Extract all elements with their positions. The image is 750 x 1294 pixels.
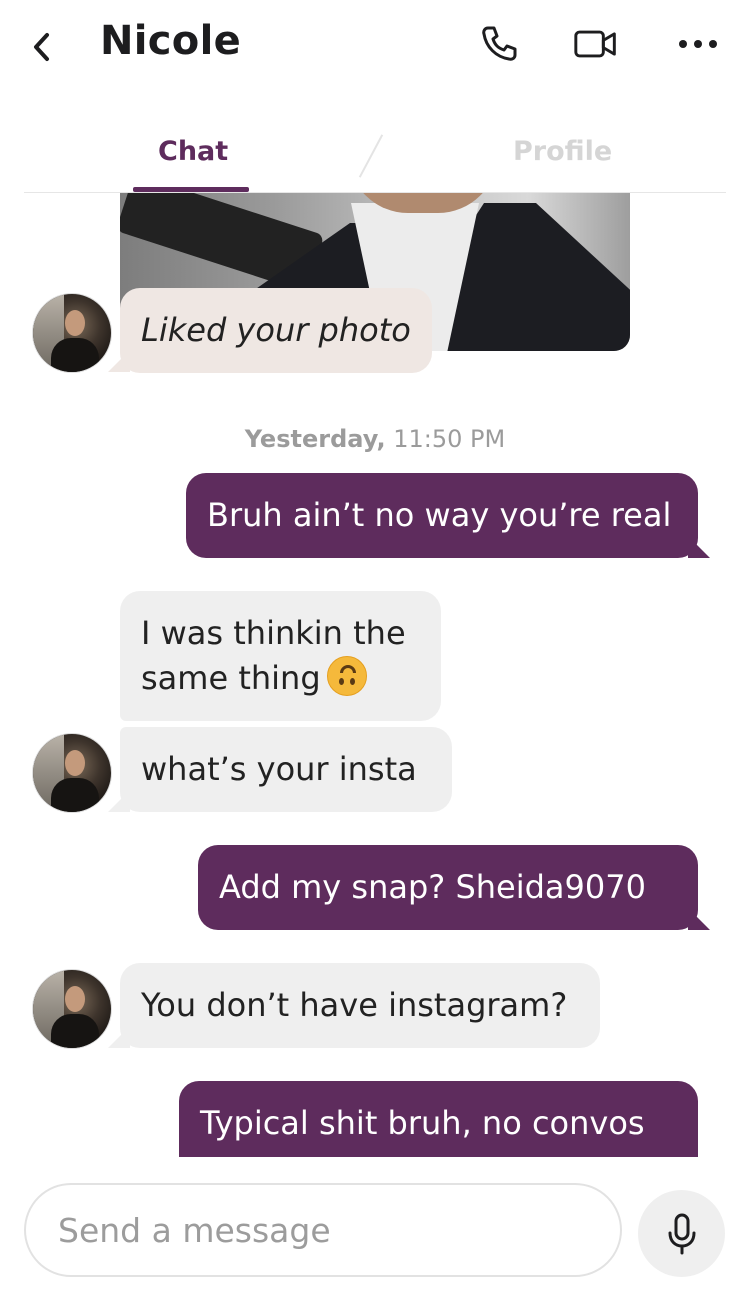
more-icon <box>679 40 717 48</box>
chat-header: Nicole <box>0 0 750 92</box>
video-call-button[interactable] <box>574 22 618 66</box>
active-tab-indicator <box>133 187 249 192</box>
more-button[interactable] <box>676 22 720 66</box>
phone-icon <box>482 26 517 61</box>
outgoing-message: Bruh ain’t no way you’re real <box>186 473 698 558</box>
microphone-icon <box>668 1213 695 1254</box>
tab-divider <box>358 134 384 178</box>
avatar[interactable] <box>32 293 112 373</box>
timestamp-time: 11:50 PM <box>393 425 506 453</box>
tab-chat[interactable]: Chat <box>158 136 228 167</box>
tab-profile[interactable]: Profile <box>513 136 612 167</box>
message-feed[interactable]: Liked your photo Yesterday, 11:50 PM Bru… <box>0 193 750 1157</box>
message-composer <box>0 1157 750 1294</box>
back-button[interactable] <box>26 30 58 64</box>
avatar[interactable] <box>32 733 112 813</box>
upside-down-face-emoji-icon <box>326 656 367 696</box>
bubble-tail <box>108 1026 130 1048</box>
incoming-message: You don’t have instagram? <box>120 963 600 1048</box>
incoming-message: I was thinkin the same thing <box>120 591 441 721</box>
tab-bar: Chat Profile <box>24 110 726 193</box>
avatar[interactable] <box>32 969 112 1049</box>
message-input[interactable] <box>24 1183 622 1277</box>
timestamp: Yesterday, 11:50 PM <box>0 425 750 453</box>
call-button[interactable] <box>477 22 521 66</box>
outgoing-message: Typical shit bruh, no convos <box>179 1081 698 1157</box>
outgoing-message: Add my snap? Sheida9070 <box>198 845 698 930</box>
liked-photo-message: Liked your photo <box>120 288 432 373</box>
bubble-tail <box>688 536 710 558</box>
incoming-message: what’s your insta <box>120 727 452 812</box>
timestamp-day: Yesterday, <box>244 425 386 453</box>
voice-message-button[interactable] <box>638 1190 725 1277</box>
bubble-tail <box>688 908 710 930</box>
back-icon <box>34 33 49 61</box>
message-text: I was thinkin the same thing <box>141 614 406 697</box>
video-icon <box>574 30 616 58</box>
contact-name: Nicole <box>100 18 242 64</box>
